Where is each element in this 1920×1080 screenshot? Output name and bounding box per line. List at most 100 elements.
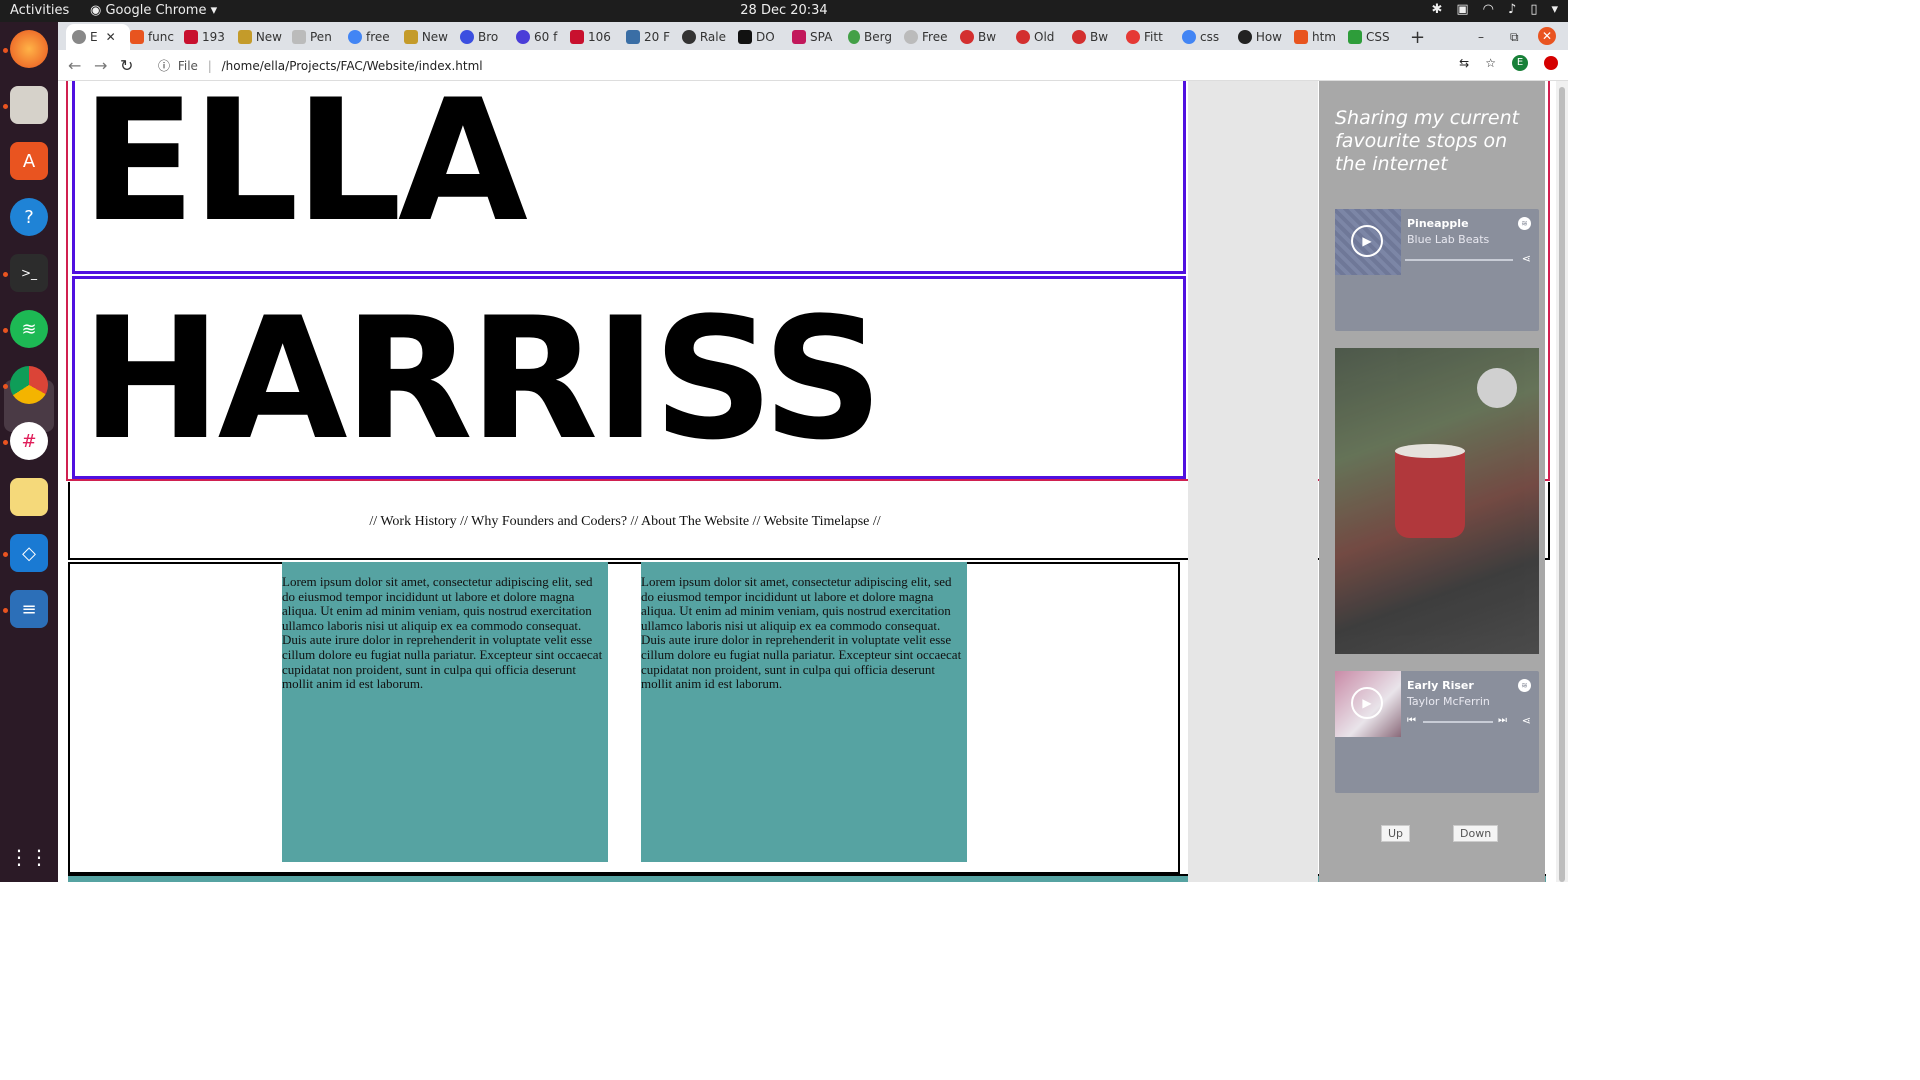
running-indicator (3, 328, 8, 333)
close-tab-icon[interactable]: ✕ (106, 30, 116, 44)
tab-label: 106 (588, 30, 611, 44)
spotify-icon[interactable]: ≋ (10, 310, 48, 348)
slack-icon[interactable]: # (10, 422, 48, 460)
track-artist[interactable]: Taylor McFerrin (1407, 695, 1490, 708)
play-icon[interactable]: ▶ (1351, 687, 1383, 719)
extension-icon[interactable] (1544, 56, 1558, 70)
tab-favicon-icon (1238, 30, 1252, 44)
share-icon[interactable]: ⋖ (1522, 714, 1531, 727)
tab[interactable]: New (404, 24, 448, 50)
tab-favicon-icon (348, 30, 362, 44)
tab-label: 193 (202, 30, 225, 44)
track-artist[interactable]: Blue Lab Beats (1407, 233, 1489, 246)
page-scrollbar[interactable] (1556, 81, 1568, 882)
tab[interactable]: CSS (1348, 24, 1392, 50)
tab[interactable]: 60 f (516, 24, 560, 50)
chrome-small-icon: ◉ (90, 3, 102, 18)
chrome-icon[interactable] (10, 366, 48, 404)
tab-label: New (255, 30, 282, 44)
power-menu-icon[interactable]: ▾ (1551, 2, 1558, 17)
app-menu[interactable]: ◉ Google Chrome ▾ (90, 3, 217, 18)
tab[interactable]: How (1238, 24, 1282, 50)
tab-active[interactable]: E ✕ (66, 24, 130, 50)
dock: A ? >_ ≋ # ◇ ≡ ⋮⋮ (0, 22, 58, 882)
reload-icon[interactable]: ↻ (120, 56, 133, 75)
info-icon[interactable]: ⓘ (158, 59, 170, 73)
tab[interactable]: Free (904, 24, 948, 50)
tab[interactable]: Berg (848, 24, 892, 50)
wifi-icon[interactable]: ◠ (1483, 2, 1494, 17)
progress-bar[interactable] (1423, 721, 1493, 723)
scroll-up-button[interactable]: Up (1381, 825, 1411, 842)
profile-avatar[interactable]: E (1512, 55, 1528, 71)
tab[interactable]: Fitt (1126, 24, 1170, 50)
tab-strip: E ✕ func 193 New Pen free New Bro 60 f 1… (58, 22, 1568, 50)
next-track-icon[interactable]: ⏭ (1498, 715, 1507, 726)
tab[interactable]: 106 (570, 24, 614, 50)
tab[interactable]: Old (1016, 24, 1060, 50)
battery-icon[interactable]: ▯ (1530, 2, 1537, 17)
help-icon[interactable]: ? (10, 198, 48, 236)
tab[interactable]: Bro (460, 24, 504, 50)
close-window-button[interactable]: ✕ (1538, 27, 1556, 45)
tab[interactable]: Pen (292, 24, 336, 50)
spotify-embed[interactable]: ▶ Pineapple Blue Lab Beats ≋ ⋖ (1335, 209, 1539, 331)
nav-links[interactable]: // Work History // Why Founders and Code… (70, 514, 1180, 530)
tab-label: Rale (699, 30, 726, 44)
software-center-icon[interactable]: A (10, 142, 48, 180)
tab[interactable]: SPA (792, 24, 836, 50)
tab-label: DO (756, 30, 775, 44)
share-icon[interactable]: ⋖ (1522, 252, 1531, 265)
terminal-icon[interactable]: >_ (10, 254, 48, 292)
bookmark-star-icon[interactable]: ☆ (1485, 56, 1496, 70)
tab[interactable]: Bw (1072, 24, 1116, 50)
zoom-icon[interactable]: ▣ (1456, 2, 1468, 17)
show-apps-icon[interactable]: ⋮⋮ (9, 838, 49, 876)
translate-icon[interactable]: ⇆ (1459, 56, 1469, 70)
app-indicator-icon[interactable]: ✱ (1431, 2, 1442, 17)
files-icon[interactable] (10, 86, 48, 124)
minimize-window-button[interactable]: – (1478, 24, 1484, 50)
tab[interactable]: Bw (960, 24, 1004, 50)
forward-arrow-icon[interactable]: → (94, 56, 107, 75)
previous-track-icon[interactable]: ⏮ (1407, 715, 1416, 726)
vscode-icon[interactable]: ◇ (10, 534, 48, 572)
tab[interactable]: 193 (184, 24, 228, 50)
tab[interactable]: Rale (682, 24, 726, 50)
address-bar[interactable]: ⓘ File | /home/ella/Projects/FAC/Website… (158, 57, 483, 74)
new-tab-button[interactable]: + (1410, 24, 1425, 50)
system-tray[interactable]: ✱ ▣ ◠ ♪ ▯ ▾ (1431, 2, 1558, 17)
track-title[interactable]: Early Riser (1407, 679, 1474, 692)
progress-bar[interactable] (1405, 259, 1513, 261)
tab[interactable]: htm (1294, 24, 1338, 50)
tab[interactable]: css (1182, 24, 1226, 50)
ornament-shape (1477, 368, 1517, 408)
firefox-icon[interactable] (10, 30, 48, 68)
volume-icon[interactable]: ♪ (1508, 2, 1516, 17)
tab-label: 60 f (534, 30, 558, 44)
tab-favicon-icon (404, 30, 418, 44)
spotify-logo-icon[interactable]: ≋ (1518, 679, 1531, 692)
scrollbar-thumb[interactable] (1559, 87, 1565, 882)
scroll-down-button[interactable]: Down (1453, 825, 1499, 842)
play-icon[interactable]: ▶ (1351, 225, 1383, 257)
back-arrow-icon[interactable]: ← (68, 56, 81, 75)
track-title[interactable]: Pineapple (1407, 217, 1469, 230)
tab-favicon-icon (1348, 30, 1362, 44)
writer-icon[interactable]: ≡ (10, 590, 48, 628)
running-indicator (3, 552, 8, 557)
clock[interactable]: 28 Dec 20:34 (0, 3, 1568, 18)
tab[interactable]: free (348, 24, 392, 50)
app-name-label: Google Chrome (105, 3, 207, 18)
spotify-embed[interactable]: ▶ Early Riser Taylor McFerrin ≋ ⏮ ⏭ ⋖ (1335, 671, 1539, 793)
tab[interactable]: DO (738, 24, 782, 50)
activities-button[interactable]: Activities (10, 3, 69, 18)
tab-label: Fitt (1144, 30, 1163, 44)
tab[interactable]: 20 F (626, 24, 670, 50)
tab[interactable]: func (130, 24, 174, 50)
tab[interactable]: New (238, 24, 282, 50)
sticky-notes-icon[interactable] (10, 478, 48, 516)
spotify-logo-icon[interactable]: ≋ (1518, 217, 1531, 230)
tab-label: 20 F (644, 30, 670, 44)
restore-window-button[interactable]: ⧉ (1510, 24, 1519, 50)
